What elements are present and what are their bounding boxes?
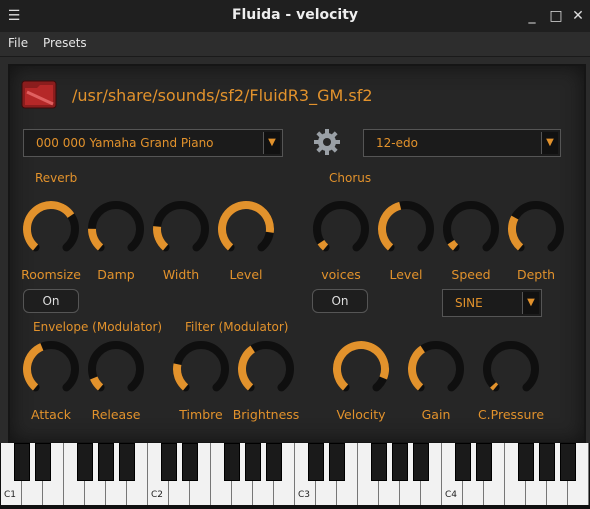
release-label: Release [91, 407, 141, 422]
close-icon[interactable]: ✕ [568, 6, 588, 26]
black-key[interactable] [518, 443, 534, 481]
width-knob[interactable] [151, 199, 211, 259]
gain-knob[interactable] [406, 339, 466, 399]
black-key[interactable] [392, 443, 408, 481]
menu-file[interactable]: File [8, 36, 28, 50]
black-key[interactable] [119, 443, 135, 481]
black-key[interactable] [476, 443, 492, 481]
reverb-level-knob[interactable] [216, 199, 276, 259]
gain-label: Gain [421, 407, 451, 422]
black-key[interactable] [182, 443, 198, 481]
black-key[interactable] [224, 443, 240, 481]
brightness-label: Brightness [232, 407, 300, 422]
reverb-level-label: Level [229, 267, 263, 282]
filter-label: Filter (Modulator) [185, 320, 289, 334]
black-key[interactable] [14, 443, 30, 481]
menu-presets[interactable]: Presets [43, 36, 87, 50]
window-title: Fluida - velocity [231, 7, 359, 23]
attack-knob[interactable] [21, 339, 81, 399]
black-key[interactable] [329, 443, 345, 481]
tuning-dropdown-arrow-icon[interactable]: ▼ [541, 132, 558, 154]
octave-label: C2 [151, 490, 164, 500]
chorus-waveform-selected: SINE [455, 296, 483, 310]
chorus-waveform-select[interactable]: SINE ▼ [442, 289, 542, 317]
black-key[interactable] [308, 443, 324, 481]
tuning-select[interactable]: 12-edo ▼ [363, 129, 561, 157]
black-key[interactable] [245, 443, 261, 481]
black-key[interactable] [539, 443, 555, 481]
soundfont-path: /usr/share/sounds/sf2/FluidR3_GM.sf2 [72, 86, 373, 105]
minimize-icon[interactable]: _ [522, 6, 542, 26]
envelope-label: Envelope (Modulator) [33, 320, 163, 334]
brightness-knob[interactable] [236, 339, 296, 399]
reverb-on-button[interactable]: On [23, 289, 79, 313]
open-folder-icon[interactable] [21, 78, 57, 110]
synth-panel: /usr/share/sounds/sf2/FluidR3_GM.sf2 000… [8, 64, 586, 444]
depth-knob[interactable] [506, 199, 566, 259]
timbre-knob[interactable] [171, 339, 231, 399]
black-key[interactable] [35, 443, 51, 481]
velocity-label: Velocity [336, 407, 386, 422]
velocity-knob[interactable] [331, 339, 391, 399]
black-key[interactable] [455, 443, 471, 481]
tuning-selected: 12-edo [376, 136, 418, 150]
octave-label: C1 [4, 490, 17, 500]
waveform-dropdown-arrow-icon[interactable]: ▼ [522, 292, 539, 314]
black-key[interactable] [413, 443, 429, 481]
octave-label: C4 [445, 490, 458, 500]
octave-label: C3 [298, 490, 311, 500]
title-bar: ☰ Fluida - velocity _ □ ✕ [0, 0, 590, 33]
black-key[interactable] [161, 443, 177, 481]
piano-keyboard[interactable]: C1 C2 C3 C4 [0, 443, 590, 509]
instrument-select[interactable]: 000 000 Yamaha Grand Piano ▼ [23, 129, 283, 157]
instrument-dropdown-arrow-icon[interactable]: ▼ [263, 132, 280, 154]
speed-knob[interactable] [441, 199, 501, 259]
maximize-icon[interactable]: □ [546, 6, 566, 26]
chorus-on-button[interactable]: On [312, 289, 368, 313]
menu-bar: File Presets [0, 32, 590, 57]
depth-label: Depth [516, 267, 556, 282]
channel-pressure-knob[interactable] [481, 339, 541, 399]
chorus-label: Chorus [329, 171, 372, 185]
black-key[interactable] [77, 443, 93, 481]
black-key[interactable] [266, 443, 282, 481]
reverb-label: Reverb [35, 171, 78, 185]
channel-pressure-label: C.Pressure [477, 407, 545, 422]
voices-knob[interactable] [311, 199, 371, 259]
damp-knob[interactable] [86, 199, 146, 259]
black-key[interactable] [560, 443, 576, 481]
instrument-selected: 000 000 Yamaha Grand Piano [36, 136, 214, 150]
black-key[interactable] [98, 443, 114, 481]
roomsize-knob[interactable] [21, 199, 81, 259]
black-key[interactable] [371, 443, 387, 481]
gear-icon[interactable] [313, 128, 341, 156]
chorus-level-knob[interactable] [376, 199, 436, 259]
release-knob[interactable] [86, 339, 146, 399]
